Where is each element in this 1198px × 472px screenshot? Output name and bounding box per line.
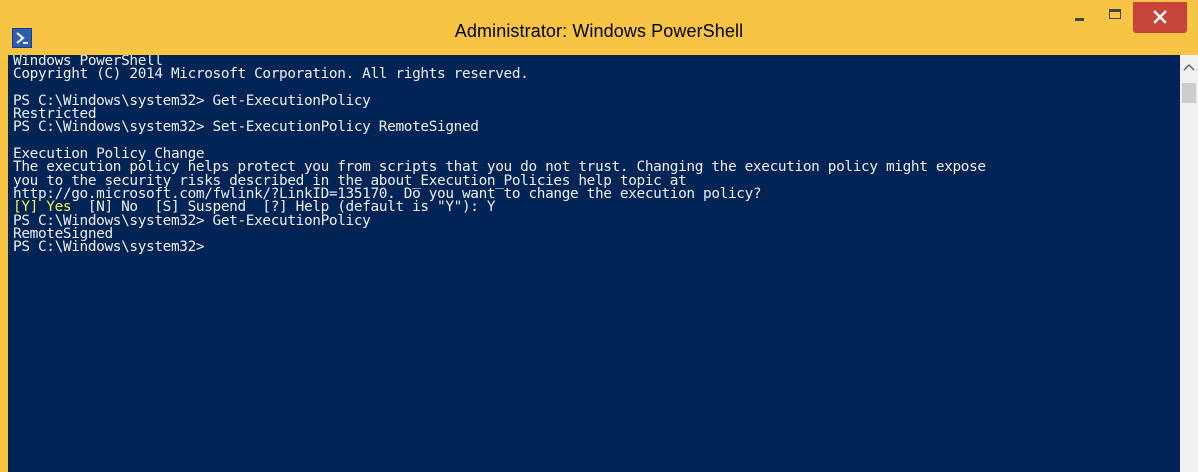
close-button[interactable]	[1133, 2, 1187, 33]
vertical-scrollbar[interactable]	[1180, 55, 1198, 472]
maximize-button[interactable]	[1098, 2, 1132, 33]
console-line: Copyright (C) 2014 Microsoft Corporation…	[13, 66, 529, 83]
title-bar[interactable]: Administrator: Windows PowerShell	[0, 0, 1198, 60]
window-title: Administrator: Windows PowerShell	[454, 21, 744, 41]
console-output[interactable]: Windows PowerShell Copyright (C) 2014 Mic…	[8, 55, 1180, 472]
scroll-up-button[interactable]	[1180, 55, 1198, 83]
console-prompt-line: PS C:\Windows\system32>	[13, 239, 205, 256]
console-line: PS C:\Windows\system32> Get-ExecutionPol…	[13, 92, 371, 109]
powershell-window: Administrator: Windows PowerShell Window…	[0, 0, 1198, 472]
scroll-thumb[interactable]	[1182, 83, 1196, 103]
console-line: PS C:\Windows\system32> Get-ExecutionPol…	[13, 212, 371, 229]
close-icon	[1153, 10, 1167, 24]
minimize-icon	[1075, 18, 1084, 21]
chevron-up-icon	[1183, 64, 1195, 71]
console-line: PS C:\Windows\system32> Set-ExecutionPol…	[13, 119, 479, 136]
console-text: Windows PowerShell Copyright (C) 2014 Mic…	[8, 55, 1180, 256]
maximize-icon	[1109, 9, 1121, 19]
minimize-button[interactable]	[1062, 2, 1098, 33]
